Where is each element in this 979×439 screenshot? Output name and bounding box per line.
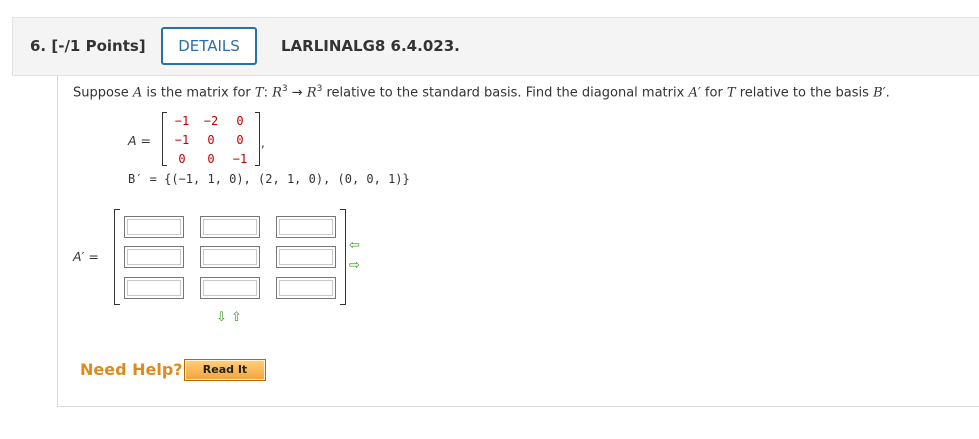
answer-label: A′ = xyxy=(73,249,99,264)
basis-b-prime: B′ = {(−1, 1, 0), (2, 1, 0), (0, 0, 1)} xyxy=(128,172,410,186)
question-header: 6. [-/1 Points] DETAILS LARLINALG8 6.4.0… xyxy=(12,17,979,76)
left-bracket xyxy=(114,209,120,305)
prompt-text: for xyxy=(700,85,727,101)
answer-cell-3-2[interactable] xyxy=(200,277,260,299)
var-b-prime: B′ xyxy=(873,85,886,101)
right-bracket xyxy=(340,209,346,305)
prompt-text: relative to the basis xyxy=(735,85,874,101)
left-bracket xyxy=(162,112,167,166)
var-t: T xyxy=(254,85,264,101)
matrix-a-cell: 0 xyxy=(236,114,244,128)
equals-sign: = xyxy=(136,133,152,148)
answer-matrix xyxy=(114,209,346,305)
answer-cell-1-2[interactable] xyxy=(200,216,260,238)
right-bracket xyxy=(255,112,260,166)
var-r: R xyxy=(306,85,317,101)
need-help-label: Need Help? xyxy=(80,360,183,379)
equals-sign: = xyxy=(84,249,99,264)
prompt-text: Suppose xyxy=(73,85,133,101)
matrix-a-cell: −2 xyxy=(203,114,219,128)
details-button[interactable]: DETAILS xyxy=(161,27,257,65)
var-a-prime: A′ xyxy=(688,85,701,101)
matrix-a-cell: 0 xyxy=(178,152,186,166)
prompt-text: relative to the standard basis. Find the… xyxy=(322,85,689,101)
matrix-a-cell: −1 xyxy=(174,133,190,147)
add-row-arrow-icon[interactable]: ⇩ xyxy=(216,311,227,324)
answer-cell-2-3[interactable] xyxy=(276,246,336,268)
prompt-text: : xyxy=(263,85,273,101)
prompt-text: . xyxy=(885,85,890,101)
matrix-a-cell: 0 xyxy=(236,133,244,147)
question-number-points: 6. [-/1 Points] xyxy=(30,37,146,55)
question-code: LARLINALG8 6.4.023. xyxy=(281,37,460,55)
answer-cell-1-3[interactable] xyxy=(276,216,336,238)
matrix-a: −1 −2 0 −1 0 0 0 0 −1 xyxy=(162,112,260,166)
var-r: R xyxy=(272,85,282,101)
answer-cell-2-2[interactable] xyxy=(200,246,260,268)
matrix-a-cell: 0 xyxy=(207,152,215,166)
prompt-text: is the matrix for xyxy=(142,85,255,101)
add-column-arrow-icon[interactable]: ⇦ xyxy=(349,239,360,252)
matrix-a-var: A xyxy=(128,133,137,148)
answer-var: A′ xyxy=(73,249,85,264)
prompt-text: → xyxy=(287,85,307,101)
matrix-a-cell: 0 xyxy=(207,133,215,147)
answer-cell-2-1[interactable] xyxy=(124,246,184,268)
answer-cell-3-1[interactable] xyxy=(124,277,184,299)
matrix-a-cell: −1 xyxy=(174,114,190,128)
matrix-a-label: A = xyxy=(128,133,151,148)
var-a: A xyxy=(132,85,143,101)
question-prompt: Suppose A is the matrix for T: R3 → R3 r… xyxy=(73,84,890,100)
remove-row-arrow-icon[interactable]: ⇧ xyxy=(231,311,242,324)
matrix-a-comma: , xyxy=(261,136,265,150)
remove-column-arrow-icon[interactable]: ⇨ xyxy=(349,259,360,272)
read-it-button[interactable]: Read It xyxy=(184,359,266,381)
matrix-a-cell: −1 xyxy=(232,152,248,166)
answer-cell-1-1[interactable] xyxy=(124,216,184,238)
var-t: T xyxy=(726,85,736,101)
answer-cell-3-3[interactable] xyxy=(276,277,336,299)
